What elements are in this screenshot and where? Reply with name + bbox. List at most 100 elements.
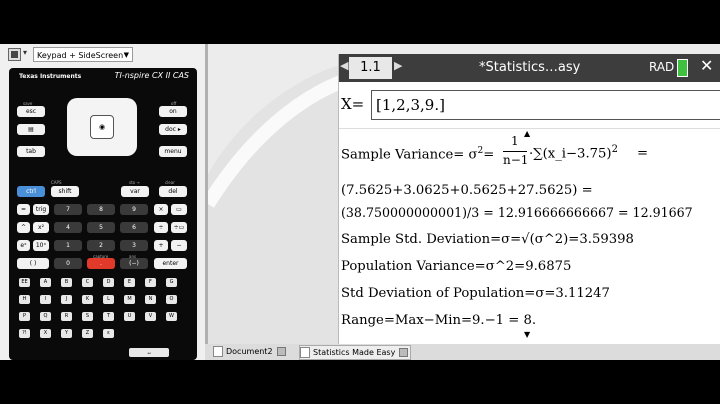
plus-key[interactable]: + [154, 240, 168, 251]
minus-key[interactable]: − [171, 240, 187, 251]
handheld-screen: ◀ 1.1 ▶ *Statistics…asy RAD ✕ X= [1,2,3,… [338, 54, 720, 344]
shift-key[interactable]: shift [51, 186, 79, 197]
negative-key[interactable]: (−) [120, 258, 148, 269]
alpha-key[interactable]: ?! [19, 329, 30, 338]
nine-key[interactable]: 9 [120, 204, 148, 215]
document-tabs: Document2 Statistics Made Easy [205, 344, 720, 360]
alpha-key[interactable]: K [82, 295, 93, 304]
alpha-key[interactable]: E [124, 278, 135, 287]
square-key[interactable]: x² [33, 222, 49, 233]
alpha-key[interactable]: C [82, 278, 93, 287]
one-key[interactable]: 1 [54, 240, 82, 251]
four-key[interactable]: 4 [54, 222, 82, 233]
document-icon [300, 347, 310, 358]
alpha-key[interactable]: W [166, 312, 177, 321]
fraction-key[interactable]: ÷▭ [171, 222, 187, 233]
three-key[interactable]: 3 [120, 240, 148, 251]
scratchpad-key[interactable]: ▤ [17, 124, 45, 135]
esc-key[interactable]: esc [17, 106, 45, 117]
scroll-up-icon[interactable]: ▲ [524, 129, 530, 138]
del-key[interactable]: del [159, 186, 187, 197]
six-key[interactable]: 6 [120, 222, 148, 233]
alpha-key[interactable]: Q [40, 312, 51, 321]
divide-key[interactable]: ÷ [154, 222, 168, 233]
alpha-key[interactable]: H [19, 295, 30, 304]
close-tab-icon[interactable] [399, 348, 409, 357]
fraction-numerator: 1 [511, 134, 519, 148]
enter-key[interactable]: enter [154, 258, 187, 269]
alpha-key[interactable]: X [40, 329, 51, 338]
tab-statistics-made-easy[interactable]: Statistics Made Easy [299, 345, 411, 360]
touchpad[interactable]: ◉ [67, 98, 137, 156]
alpha-key[interactable]: O [166, 295, 177, 304]
alpha-key[interactable]: P [19, 312, 30, 321]
alpha-key[interactable]: L [103, 295, 114, 304]
sample-sd-line: Sample Std. Deviation=σ=√(σ^2)=3.59398 [341, 232, 634, 247]
template-key[interactable]: ▭ [171, 204, 187, 215]
menu-key[interactable]: menu [159, 146, 187, 157]
angle-mode: RAD [649, 60, 675, 74]
view-select-value: Keypad + SideScreen [37, 51, 124, 60]
emulator-icon[interactable] [8, 48, 21, 61]
caps-label: CAPS [51, 180, 62, 185]
click-key[interactable]: ◉ [90, 115, 114, 139]
model-label: TI-nspire CX II CAS [114, 71, 189, 80]
exp-key[interactable]: eˣ [17, 240, 30, 251]
x-input-field[interactable]: [1,2,3,9.] [371, 90, 720, 120]
five-key[interactable]: 5 [87, 222, 115, 233]
close-icon[interactable]: ✕ [700, 56, 713, 75]
alpha-key[interactable]: A [40, 278, 51, 287]
alpha-key[interactable]: Y [61, 329, 72, 338]
caret-key[interactable]: ^ [17, 222, 30, 233]
tab-document2[interactable]: Document2 [213, 345, 297, 358]
alpha-key[interactable]: ε [103, 329, 114, 338]
parens-key[interactable]: ( ) [17, 258, 49, 269]
range-line: Range=Max−Min=9.−1 = 8. [341, 313, 537, 328]
brand-logo: Texas Instruments [19, 73, 82, 80]
doc-key[interactable]: doc ▸ [159, 124, 187, 135]
space-key[interactable]: ␣ [129, 348, 169, 357]
next-page-icon[interactable]: ▶ [394, 59, 402, 72]
alpha-key[interactable]: G [166, 278, 177, 287]
calculator-keypad: Texas Instruments TI-nspire CX II CAS sa… [9, 68, 197, 360]
alpha-key[interactable]: Z [82, 329, 93, 338]
title-bar: ◀ 1.1 ▶ *Statistics…asy RAD ✕ [339, 54, 720, 82]
chevron-down-icon[interactable]: ▾ [23, 48, 27, 57]
sum-expression: ·∑(x_i−3.75)2 [529, 144, 618, 162]
alpha-key[interactable]: I [40, 295, 51, 304]
alpha-key[interactable]: B [61, 278, 72, 287]
sum-equals: = [637, 146, 649, 161]
seven-key[interactable]: 7 [54, 204, 82, 215]
alpha-key[interactable]: EE [19, 278, 30, 287]
view-select[interactable]: Keypad + SideScreen ▼ [33, 47, 133, 62]
chevron-down-icon: ▼ [123, 51, 129, 59]
previous-page-icon[interactable]: ◀ [340, 59, 348, 72]
alpha-key[interactable]: R [61, 312, 72, 321]
alpha-key[interactable]: F [145, 278, 156, 287]
alpha-key[interactable]: N [145, 295, 156, 304]
equals-key[interactable]: = [17, 204, 30, 215]
zero-key[interactable]: 0 [54, 258, 82, 269]
alpha-key[interactable]: V [145, 312, 156, 321]
sum-line: (7.5625+3.0625+0.5625+27.5625) = [341, 183, 593, 198]
alpha-key[interactable]: D [103, 278, 114, 287]
page-tab[interactable]: 1.1 [349, 57, 392, 79]
alpha-key[interactable]: S [82, 312, 93, 321]
decimal-key[interactable]: . [87, 258, 115, 269]
result-line: (38.750000000001)/3 = 12.916666666667 = … [341, 205, 693, 220]
alpha-key[interactable]: M [124, 295, 135, 304]
on-key[interactable]: on [159, 106, 187, 117]
alpha-key[interactable]: J [61, 295, 72, 304]
scroll-down-icon[interactable]: ▼ [524, 330, 530, 339]
alpha-key[interactable]: U [124, 312, 135, 321]
var-key[interactable]: var [121, 186, 149, 197]
tab-key[interactable]: tab [17, 146, 45, 157]
ctrl-key[interactable]: ctrl [17, 186, 45, 197]
alpha-key[interactable]: T [103, 312, 114, 321]
two-key[interactable]: 2 [87, 240, 115, 251]
eight-key[interactable]: 8 [87, 204, 115, 215]
close-tab-icon[interactable] [276, 347, 286, 356]
trig-key[interactable]: trig [33, 204, 49, 215]
multiply-key[interactable]: × [154, 204, 168, 215]
ten-power-key[interactable]: 10ˣ [33, 240, 49, 251]
